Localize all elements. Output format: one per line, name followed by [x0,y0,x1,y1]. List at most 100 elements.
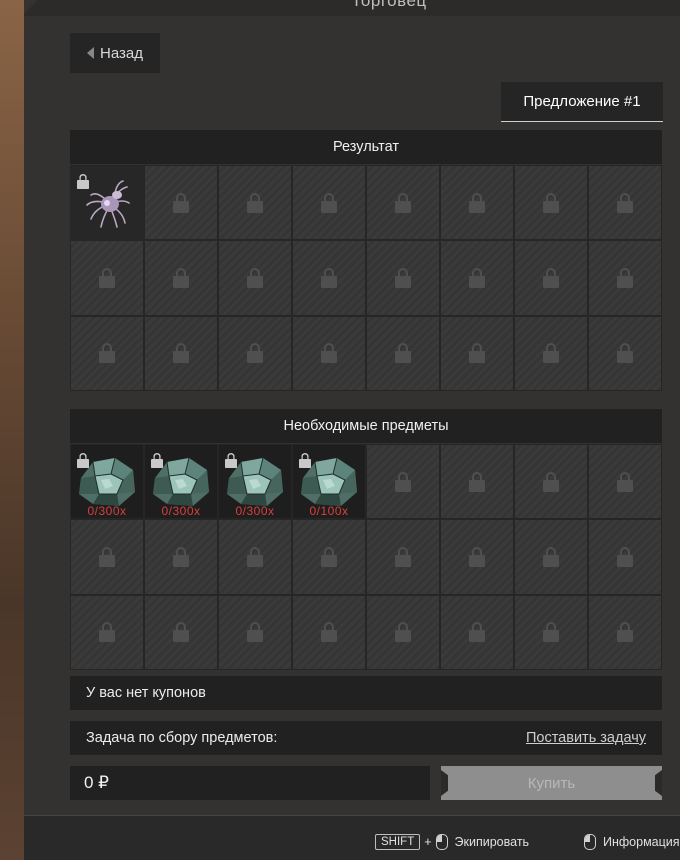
lock-icon [617,546,633,567]
item-quantity: 0/300x [235,504,275,519]
required-items-section-title: Необходимые предметы [70,409,662,443]
inventory-slot[interactable] [292,594,366,670]
inventory-slot[interactable] [144,519,218,595]
inventory-slot[interactable]: 0/300x [144,444,218,520]
inventory-slot[interactable] [514,315,588,391]
inventory-slot[interactable] [440,240,514,316]
buy-button-label: Купить [527,774,576,792]
inventory-slot[interactable] [70,165,144,241]
inventory-slot[interactable] [588,444,662,520]
inventory-slot[interactable] [218,315,292,391]
lock-icon [543,267,559,288]
mouse-left-click-icon [435,834,448,850]
inventory-slot[interactable] [366,240,440,316]
inventory-slot[interactable] [70,519,144,595]
inventory-slot[interactable] [292,165,366,241]
lock-icon [321,267,337,288]
buy-button[interactable]: Купить [441,766,662,800]
inventory-slot[interactable] [366,594,440,670]
lock-icon [617,471,633,492]
item-quantity: 0/300x [161,504,201,519]
collection-task-label: Задача по сбору предметов: [86,730,278,746]
lock-icon [395,471,411,492]
inventory-slot[interactable] [588,315,662,391]
footer-hints: SHIFT + Экипировать Информация [24,815,680,860]
set-task-link[interactable]: Поставить задачу [526,730,646,746]
window-title: Торговец [351,0,427,10]
lock-icon [173,546,189,567]
inventory-slot[interactable] [218,240,292,316]
back-button-label: Назад [100,44,143,62]
inventory-slot[interactable] [588,240,662,316]
tab-offer-1[interactable]: Предложение #1 [501,82,663,122]
inventory-slot[interactable] [144,594,218,670]
inventory-slot[interactable] [588,165,662,241]
inventory-slot[interactable] [218,594,292,670]
inventory-slot[interactable] [514,519,588,595]
lock-icon [321,343,337,364]
inventory-slot[interactable]: 0/300x [218,444,292,520]
lock-icon [151,453,163,468]
inventory-slot[interactable] [588,594,662,670]
lock-icon [543,192,559,213]
inventory-slot[interactable]: 0/100x [292,444,366,520]
inventory-slot[interactable] [218,519,292,595]
shift-key-badge: SHIFT [375,834,421,850]
price-display: 0 ₽ [70,766,430,800]
inventory-slot[interactable] [514,240,588,316]
item-quantity: 0/300x [87,504,127,519]
inventory-slot[interactable] [70,240,144,316]
lock-icon [99,343,115,364]
inventory-slot[interactable] [514,444,588,520]
lock-icon [173,267,189,288]
inventory-slot[interactable] [440,519,514,595]
inventory-slot[interactable] [514,165,588,241]
lock-icon [469,267,485,288]
window-title-bar: Торговец [24,0,680,16]
result-section-title: Результат [70,130,662,164]
inventory-slot[interactable] [292,315,366,391]
lock-icon [617,622,633,643]
inventory-slot[interactable] [366,165,440,241]
inventory-slot[interactable] [366,444,440,520]
inventory-slot[interactable] [292,519,366,595]
inventory-slot[interactable] [440,594,514,670]
lock-icon [395,192,411,213]
info-hint: Информация [584,834,680,850]
inventory-slot[interactable] [366,519,440,595]
lock-icon [469,471,485,492]
inventory-slot[interactable] [292,240,366,316]
arrow-left-icon [87,47,94,59]
game-world-backdrop [0,0,26,860]
mouse-left-click-icon [584,834,596,850]
inventory-slot[interactable] [440,165,514,241]
item-quantity: 0/100x [309,504,349,519]
inventory-slot[interactable] [144,240,218,316]
inventory-slot[interactable]: 0/300x [70,444,144,520]
back-button[interactable]: Назад [70,33,160,73]
lock-icon [173,192,189,213]
inventory-slot[interactable] [144,165,218,241]
inventory-slot[interactable] [514,594,588,670]
inventory-slot[interactable] [440,444,514,520]
lock-icon [617,343,633,364]
inventory-slot[interactable] [366,315,440,391]
lock-icon [77,174,89,189]
price-value: 0 ₽ [84,773,109,792]
lock-icon [395,343,411,364]
lock-icon [99,622,115,643]
equip-label: Экипировать [454,835,530,849]
button-notch-right [655,770,662,796]
inventory-slot[interactable] [218,165,292,241]
plus-sign: + [424,835,432,849]
inventory-slot[interactable] [144,315,218,391]
button-notch-left [441,770,448,796]
inventory-slot[interactable] [588,519,662,595]
inventory-slot[interactable] [70,594,144,670]
lock-icon [469,546,485,567]
lock-icon [469,622,485,643]
lock-icon [99,267,115,288]
result-grid [70,165,662,391]
inventory-slot[interactable] [440,315,514,391]
inventory-slot[interactable] [70,315,144,391]
